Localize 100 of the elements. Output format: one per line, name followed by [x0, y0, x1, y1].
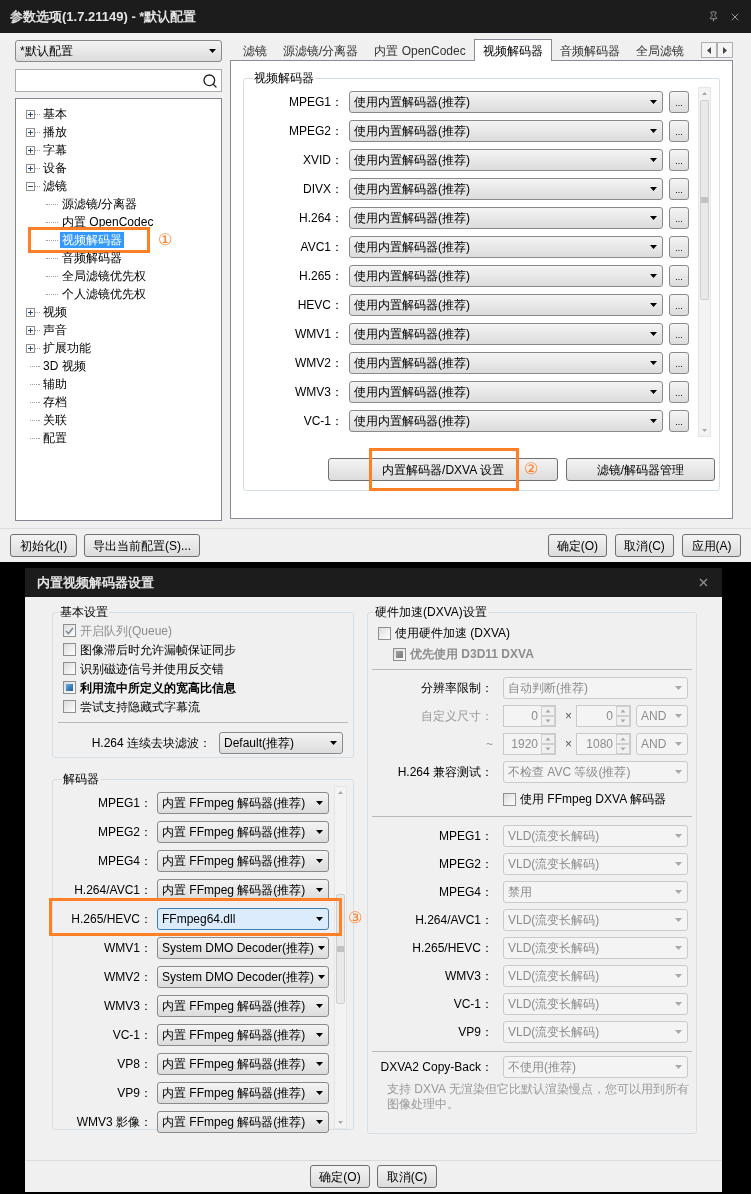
dropdown[interactable]: 内置 FFmpeg 解码器(推荐) — [157, 1081, 329, 1104]
more-button[interactable]: ... — [669, 177, 689, 200]
tree-item[interactable]: 内置 OpenCodec — [60, 214, 156, 230]
tab-scroll-left-button[interactable] — [701, 42, 717, 58]
checkbox-label[interactable]: 使用硬件加速 (DXVA) — [395, 624, 511, 642]
button[interactable]: 取消(C) — [377, 1165, 437, 1188]
dropdown[interactable]: 使用内置解码器(推荐) — [349, 235, 663, 258]
dropdown[interactable]: 内置 FFmpeg 解码器(推荐) — [157, 1110, 329, 1133]
tree-item[interactable]: 声音 — [41, 322, 69, 338]
expand-icon[interactable] — [26, 109, 35, 119]
checkbox-label[interactable]: 利用流中所定义的宽高比信息 — [80, 678, 236, 697]
dropdown[interactable]: 使用内置解码器(推荐) — [349, 322, 663, 345]
tree-item[interactable]: 个人滤镜优先权 — [60, 286, 148, 302]
dropdown[interactable]: Default(推荐) — [219, 732, 343, 754]
close-icon[interactable] — [697, 576, 710, 589]
expand-icon[interactable] — [26, 163, 35, 173]
more-button[interactable]: ... — [669, 380, 689, 403]
dropdown[interactable]: System DMO Decoder(推荐) — [157, 936, 329, 959]
dropdown[interactable]: 使用内置解码器(推荐) — [349, 409, 663, 432]
more-button[interactable]: ... — [669, 293, 689, 316]
dropdown[interactable]: System DMO Decoder(推荐) — [157, 965, 329, 988]
expand-icon[interactable] — [26, 307, 35, 317]
spin-arrows-icon[interactable] — [616, 734, 630, 754]
tab-scroll-right-button[interactable] — [717, 42, 733, 58]
tree-item[interactable]: 设备 — [41, 160, 69, 176]
tree-item[interactable]: 存档 — [41, 394, 69, 410]
search-field[interactable] — [15, 69, 222, 92]
checkbox[interactable] — [393, 647, 406, 661]
spin-arrows-icon[interactable] — [541, 734, 555, 754]
more-button[interactable]: ... — [669, 409, 689, 432]
tree-item[interactable]: 视频 — [41, 304, 69, 320]
button[interactable]: 初始化(I) — [10, 534, 77, 557]
checkbox[interactable] — [378, 626, 391, 640]
checkbox[interactable] — [63, 700, 76, 713]
checkbox[interactable] — [63, 681, 76, 694]
dropdown[interactable]: 内置 FFmpeg 解码器(推荐) — [157, 820, 329, 843]
tree-item[interactable]: 源滤镜/分离器 — [60, 196, 140, 212]
button[interactable]: 确定(O) — [547, 534, 607, 557]
button[interactable]: 导出当前配置(S)... — [84, 534, 200, 557]
scrollbar-thumb[interactable] — [336, 894, 345, 1004]
button[interactable]: 滤镜/解码器管理 — [566, 458, 715, 481]
checkbox[interactable] — [503, 792, 516, 806]
more-button[interactable]: ... — [669, 264, 689, 287]
checkbox-label[interactable]: 图像滞后时允许漏帧保证同步 — [80, 640, 236, 659]
tree-item[interactable]: 辅助 — [41, 376, 69, 392]
tree-item[interactable]: 滤镜 — [41, 178, 69, 194]
tab[interactable]: 内置 OpenCodec — [366, 41, 474, 60]
checkbox-label[interactable]: 识别磁迹信号并使用反交错 — [80, 659, 224, 678]
dropdown[interactable]: FFmpeg64.dll — [157, 907, 329, 930]
dropdown[interactable]: 使用内置解码器(推荐) — [349, 351, 663, 374]
button[interactable]: 确定(O) — [310, 1165, 370, 1188]
search-icon[interactable] — [202, 72, 218, 89]
dropdown[interactable]: 使用内置解码器(推荐) — [349, 206, 663, 229]
tab[interactable]: 滤镜 — [235, 41, 275, 60]
expand-icon[interactable] — [26, 127, 35, 137]
checkbox[interactable] — [63, 662, 76, 675]
scrollbar-thumb[interactable] — [700, 100, 709, 300]
tab[interactable]: 视频解码器 — [473, 39, 552, 61]
dropdown[interactable]: 内置 FFmpeg 解码器(推荐) — [157, 1023, 329, 1046]
button[interactable]: 应用(A) — [682, 534, 741, 557]
dropdown[interactable]: 内置 FFmpeg 解码器(推荐) — [157, 1052, 329, 1075]
dropdown[interactable]: 内置 FFmpeg 解码器(推荐) — [157, 994, 329, 1017]
dropdown[interactable]: 内置 FFmpeg 解码器(推荐) — [157, 878, 329, 901]
tab[interactable]: 源滤镜/分离器 — [275, 41, 367, 60]
scrollbar[interactable] — [698, 87, 711, 437]
dropdown[interactable]: 使用内置解码器(推荐) — [349, 264, 663, 287]
tree-item[interactable]: 扩展功能 — [41, 340, 93, 356]
expand-icon[interactable] — [26, 343, 35, 353]
tab[interactable]: 全局滤镜 — [627, 41, 692, 60]
dropdown[interactable]: 使用内置解码器(推荐) — [349, 380, 663, 403]
checkbox-label[interactable]: 使用 FFmpeg DXVA 解码器 — [520, 790, 666, 808]
tree-item[interactable]: 播放 — [41, 124, 69, 140]
tree-item[interactable]: 关联 — [41, 412, 69, 428]
tree-item[interactable]: 全局滤镜优先权 — [60, 268, 148, 284]
scrollbar[interactable] — [334, 786, 347, 1129]
more-button[interactable]: ... — [669, 322, 689, 345]
dropdown[interactable]: *默认配置 — [15, 40, 222, 62]
more-button[interactable]: ... — [669, 90, 689, 113]
more-button[interactable]: ... — [669, 119, 689, 142]
more-button[interactable]: ... — [669, 235, 689, 258]
spin-arrows-icon[interactable] — [616, 706, 630, 726]
more-button[interactable]: ... — [669, 206, 689, 229]
collapse-icon[interactable] — [26, 181, 35, 191]
more-button[interactable]: ... — [669, 148, 689, 171]
tree-item[interactable]: 基本 — [41, 106, 69, 122]
dropdown[interactable]: 使用内置解码器(推荐) — [349, 177, 663, 200]
dropdown[interactable]: 内置 FFmpeg 解码器(推荐) — [157, 791, 329, 814]
spin-arrows-icon[interactable] — [541, 706, 555, 726]
expand-icon[interactable] — [26, 145, 35, 155]
dropdown[interactable]: 使用内置解码器(推荐) — [349, 90, 663, 113]
button[interactable]: 取消(C) — [615, 534, 674, 557]
tree-item[interactable]: 配置 — [41, 430, 69, 446]
dropdown[interactable]: 内置 FFmpeg 解码器(推荐) — [157, 849, 329, 872]
tree-item[interactable]: 3D 视频 — [41, 358, 88, 374]
tree-item[interactable]: 字幕 — [41, 142, 69, 158]
tree-item[interactable]: 音频解码器 — [60, 250, 124, 266]
pin-icon[interactable] — [708, 11, 719, 22]
dropdown[interactable]: 使用内置解码器(推荐) — [349, 119, 663, 142]
dropdown[interactable]: 使用内置解码器(推荐) — [349, 293, 663, 316]
dropdown[interactable]: 使用内置解码器(推荐) — [349, 148, 663, 171]
